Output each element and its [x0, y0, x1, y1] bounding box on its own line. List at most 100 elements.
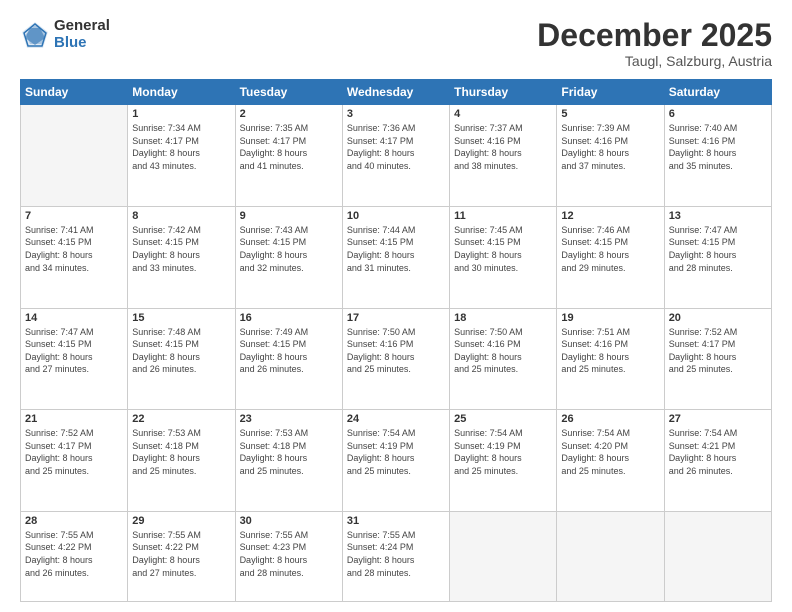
day-info: Sunrise: 7:54 AM Sunset: 4:20 PM Dayligh…	[561, 427, 659, 477]
day-number: 21	[25, 413, 123, 425]
day-info: Sunrise: 7:55 AM Sunset: 4:22 PM Dayligh…	[25, 529, 123, 579]
logo-icon	[20, 20, 50, 50]
day-info: Sunrise: 7:55 AM Sunset: 4:22 PM Dayligh…	[132, 529, 230, 579]
day-number: 12	[561, 210, 659, 222]
day-number: 23	[240, 413, 338, 425]
day-number: 7	[25, 210, 123, 222]
table-row	[557, 511, 664, 601]
header-saturday: Saturday	[664, 80, 771, 105]
day-number: 15	[132, 312, 230, 324]
table-row: 23 Sunrise: 7:53 AM Sunset: 4:18 PM Dayli…	[235, 410, 342, 512]
day-info: Sunrise: 7:51 AM Sunset: 4:16 PM Dayligh…	[561, 326, 659, 376]
day-info: Sunrise: 7:52 AM Sunset: 4:17 PM Dayligh…	[669, 326, 767, 376]
day-number: 8	[132, 210, 230, 222]
header-tuesday: Tuesday	[235, 80, 342, 105]
day-info: Sunrise: 7:43 AM Sunset: 4:15 PM Dayligh…	[240, 224, 338, 274]
day-info: Sunrise: 7:54 AM Sunset: 4:19 PM Dayligh…	[347, 427, 445, 477]
day-number: 1	[132, 108, 230, 120]
day-number: 17	[347, 312, 445, 324]
table-row: 27Sunrise: 7:54 AM Sunset: 4:21 PM Dayli…	[664, 410, 771, 512]
table-row: 26 Sunrise: 7:54 AM Sunset: 4:20 PM Dayli…	[557, 410, 664, 512]
day-info: Sunrise: 7:47 AM Sunset: 4:15 PM Dayligh…	[25, 326, 123, 376]
table-row: 12 Sunrise: 7:46 AM Sunset: 4:15 PM Dayli…	[557, 206, 664, 308]
header-thursday: Thursday	[450, 80, 557, 105]
table-row: 1 Sunrise: 7:34 AM Sunset: 4:17 PM Daylig…	[128, 105, 235, 207]
day-info: Sunrise: 7:48 AM Sunset: 4:15 PM Dayligh…	[132, 326, 230, 376]
table-row: 7Sunrise: 7:41 AM Sunset: 4:15 PM Daylig…	[21, 206, 128, 308]
day-number: 18	[454, 312, 552, 324]
table-row: 5 Sunrise: 7:39 AM Sunset: 4:16 PM Daylig…	[557, 105, 664, 207]
table-row: 10 Sunrise: 7:44 AM Sunset: 4:15 PM Dayli…	[342, 206, 449, 308]
logo-text: General Blue	[54, 18, 110, 51]
day-number: 28	[25, 515, 123, 527]
table-row: 31 Sunrise: 7:55 AM Sunset: 4:24 PM Dayli…	[342, 511, 449, 601]
day-info: Sunrise: 7:34 AM Sunset: 4:17 PM Dayligh…	[132, 122, 230, 172]
header-friday: Friday	[557, 80, 664, 105]
day-number: 24	[347, 413, 445, 425]
table-row: 22Sunrise: 7:53 AM Sunset: 4:18 PM Dayli…	[128, 410, 235, 512]
table-row: 28 Sunrise: 7:55 AM Sunset: 4:22 PM Dayli…	[21, 511, 128, 601]
day-number: 20	[669, 312, 767, 324]
day-info: Sunrise: 7:55 AM Sunset: 4:23 PM Dayligh…	[240, 529, 338, 579]
title-block: December 2025 Taugl, Salzburg, Austria	[537, 18, 772, 69]
day-info: Sunrise: 7:55 AM Sunset: 4:24 PM Dayligh…	[347, 529, 445, 579]
table-row: 24 Sunrise: 7:54 AM Sunset: 4:19 PM Dayli…	[342, 410, 449, 512]
table-row: 4Sunrise: 7:37 AM Sunset: 4:16 PM Daylig…	[450, 105, 557, 207]
day-number: 25	[454, 413, 552, 425]
table-row: 11 Sunrise: 7:45 AM Sunset: 4:15 PM Dayli…	[450, 206, 557, 308]
day-number: 26	[561, 413, 659, 425]
day-number: 29	[132, 515, 230, 527]
page: General Blue December 2025 Taugl, Salzbu…	[0, 0, 792, 612]
day-info: Sunrise: 7:52 AM Sunset: 4:17 PM Dayligh…	[25, 427, 123, 477]
table-row: 8 Sunrise: 7:42 AM Sunset: 4:15 PM Daylig…	[128, 206, 235, 308]
location: Taugl, Salzburg, Austria	[537, 53, 772, 69]
day-number: 11	[454, 210, 552, 222]
day-number: 13	[669, 210, 767, 222]
day-info: Sunrise: 7:39 AM Sunset: 4:16 PM Dayligh…	[561, 122, 659, 172]
day-info: Sunrise: 7:35 AM Sunset: 4:17 PM Dayligh…	[240, 122, 338, 172]
day-info: Sunrise: 7:53 AM Sunset: 4:18 PM Dayligh…	[240, 427, 338, 477]
day-info: Sunrise: 7:47 AM Sunset: 4:15 PM Dayligh…	[669, 224, 767, 274]
table-row: 2 Sunrise: 7:35 AM Sunset: 4:17 PM Daylig…	[235, 105, 342, 207]
header: General Blue December 2025 Taugl, Salzbu…	[20, 18, 772, 69]
day-number: 5	[561, 108, 659, 120]
calendar-table: Sunday Monday Tuesday Wednesday Thursday…	[20, 79, 772, 602]
day-info: Sunrise: 7:53 AM Sunset: 4:18 PM Dayligh…	[132, 427, 230, 477]
day-number: 10	[347, 210, 445, 222]
day-number: 30	[240, 515, 338, 527]
table-row: 14 Sunrise: 7:47 AM Sunset: 4:15 PM Dayli…	[21, 308, 128, 410]
day-info: Sunrise: 7:42 AM Sunset: 4:15 PM Dayligh…	[132, 224, 230, 274]
day-info: Sunrise: 7:54 AM Sunset: 4:21 PM Dayligh…	[669, 427, 767, 477]
day-number: 14	[25, 312, 123, 324]
table-row: 9Sunrise: 7:43 AM Sunset: 4:15 PM Daylig…	[235, 206, 342, 308]
table-row: 13 Sunrise: 7:47 AM Sunset: 4:15 PM Dayli…	[664, 206, 771, 308]
table-row: 6Sunrise: 7:40 AM Sunset: 4:16 PM Daylig…	[664, 105, 771, 207]
day-info: Sunrise: 7:50 AM Sunset: 4:16 PM Dayligh…	[347, 326, 445, 376]
day-number: 2	[240, 108, 338, 120]
table-row: 29 Sunrise: 7:55 AM Sunset: 4:22 PM Dayli…	[128, 511, 235, 601]
table-row: 17 Sunrise: 7:50 AM Sunset: 4:16 PM Dayli…	[342, 308, 449, 410]
day-info: Sunrise: 7:46 AM Sunset: 4:15 PM Dayligh…	[561, 224, 659, 274]
logo-blue-text: Blue	[54, 35, 110, 52]
calendar-week-row: 1 Sunrise: 7:34 AM Sunset: 4:17 PM Daylig…	[21, 105, 772, 207]
day-number: 3	[347, 108, 445, 120]
table-row: 30 Sunrise: 7:55 AM Sunset: 4:23 PM Dayli…	[235, 511, 342, 601]
header-monday: Monday	[128, 80, 235, 105]
day-info: Sunrise: 7:45 AM Sunset: 4:15 PM Dayligh…	[454, 224, 552, 274]
calendar-week-row: 28 Sunrise: 7:55 AM Sunset: 4:22 PM Dayli…	[21, 511, 772, 601]
table-row	[664, 511, 771, 601]
table-row	[450, 511, 557, 601]
day-info: Sunrise: 7:44 AM Sunset: 4:15 PM Dayligh…	[347, 224, 445, 274]
header-sunday: Sunday	[21, 80, 128, 105]
day-info: Sunrise: 7:36 AM Sunset: 4:17 PM Dayligh…	[347, 122, 445, 172]
calendar-week-row: 21 Sunrise: 7:52 AM Sunset: 4:17 PM Dayli…	[21, 410, 772, 512]
table-row: 21 Sunrise: 7:52 AM Sunset: 4:17 PM Dayli…	[21, 410, 128, 512]
table-row: 15 Sunrise: 7:48 AM Sunset: 4:15 PM Dayli…	[128, 308, 235, 410]
calendar-week-row: 7Sunrise: 7:41 AM Sunset: 4:15 PM Daylig…	[21, 206, 772, 308]
table-row: 3 Sunrise: 7:36 AM Sunset: 4:17 PM Daylig…	[342, 105, 449, 207]
day-number: 31	[347, 515, 445, 527]
weekday-header-row: Sunday Monday Tuesday Wednesday Thursday…	[21, 80, 772, 105]
day-info: Sunrise: 7:40 AM Sunset: 4:16 PM Dayligh…	[669, 122, 767, 172]
table-row: 18Sunrise: 7:50 AM Sunset: 4:16 PM Dayli…	[450, 308, 557, 410]
month-title: December 2025	[537, 18, 772, 53]
